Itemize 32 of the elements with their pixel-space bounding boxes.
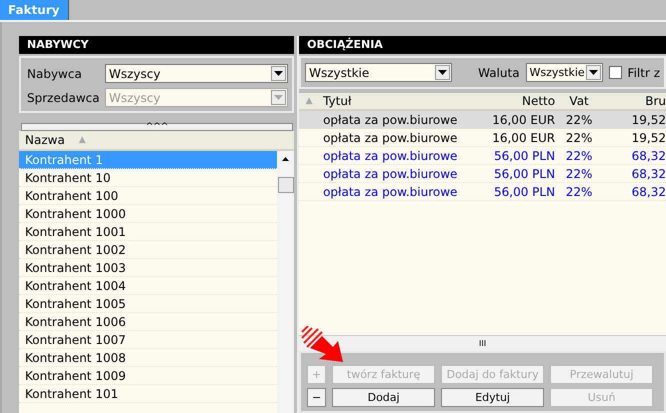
- scrollbar-thumb[interactable]: [278, 177, 294, 193]
- field-label: Waluta: [478, 66, 520, 80]
- dropdown[interactable]: Wszystkie: [526, 63, 603, 82]
- table-row[interactable]: opłata za pow.biurowe 16,00 EUR 22% 19,52: [299, 129, 666, 147]
- dropdown[interactable]: Wszyscy: [105, 64, 288, 83]
- caret-icon: [271, 90, 286, 105]
- section-header: NABYWCY: [19, 36, 294, 54]
- action-button[interactable]: Dodaj: [332, 388, 436, 407]
- dropdown[interactable]: Wszystkie: [305, 63, 452, 82]
- checkbox-label: Filtr z: [628, 66, 660, 80]
- column-header[interactable]: Netto: [469, 94, 560, 108]
- checkbox[interactable]: [608, 66, 622, 79]
- field-label: Nabywca: [27, 66, 83, 80]
- action-button[interactable]: −: [307, 388, 326, 407]
- collapse-button[interactable]: ^^^: [21, 123, 293, 131]
- caret-icon: [435, 65, 450, 80]
- caret-icon: [271, 66, 286, 81]
- scrollbar[interactable]: [277, 151, 294, 413]
- table-row[interactable]: opłata za pow.biurowe 16,00 EUR 22% 19,52: [299, 111, 666, 129]
- column-header[interactable]: Nazwa ▲: [19, 131, 294, 151]
- caret-icon: [586, 65, 601, 80]
- section-header: OBCIĄŻENIA: [299, 36, 666, 54]
- table-row[interactable]: opłata za pow.biurowe 56,00 PLN 22% 68,32: [299, 147, 666, 165]
- action-button[interactable]: Edytuj: [441, 388, 544, 407]
- arrow-drawing: [301, 326, 346, 362]
- column-header[interactable]: Tytuł: [319, 94, 470, 108]
- table-row[interactable]: opłata za pow.biurowe 56,00 PLN 22% 68,32: [299, 183, 666, 201]
- column-header[interactable]: Bru: [599, 94, 666, 108]
- scrollbar[interactable]: III: [299, 335, 666, 351]
- field-label: Sprzedawca: [27, 90, 101, 104]
- table-row[interactable]: opłata za pow.biurowe 56,00 PLN 22% 68,32: [299, 165, 666, 183]
- column-header[interactable]: Vat: [559, 94, 600, 108]
